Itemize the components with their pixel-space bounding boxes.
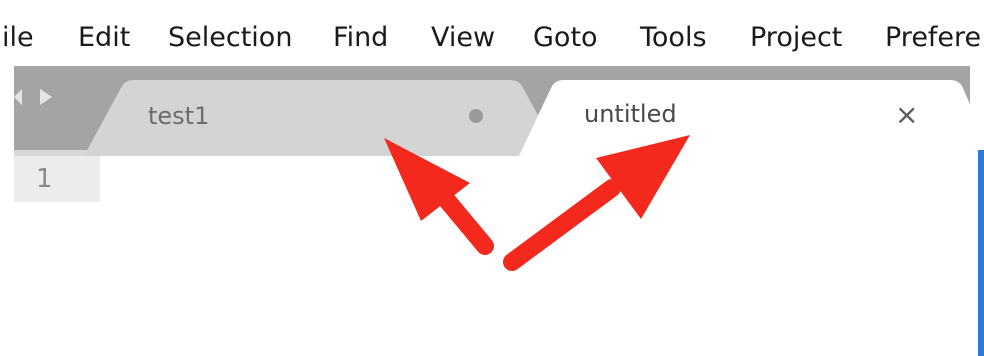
arrow-to-untitled <box>503 135 690 271</box>
arrow-to-test1 <box>384 138 494 255</box>
annotation-arrows <box>384 135 690 271</box>
sublime-text-window: ile Edit Selection Find View Goto Tools … <box>0 0 984 356</box>
